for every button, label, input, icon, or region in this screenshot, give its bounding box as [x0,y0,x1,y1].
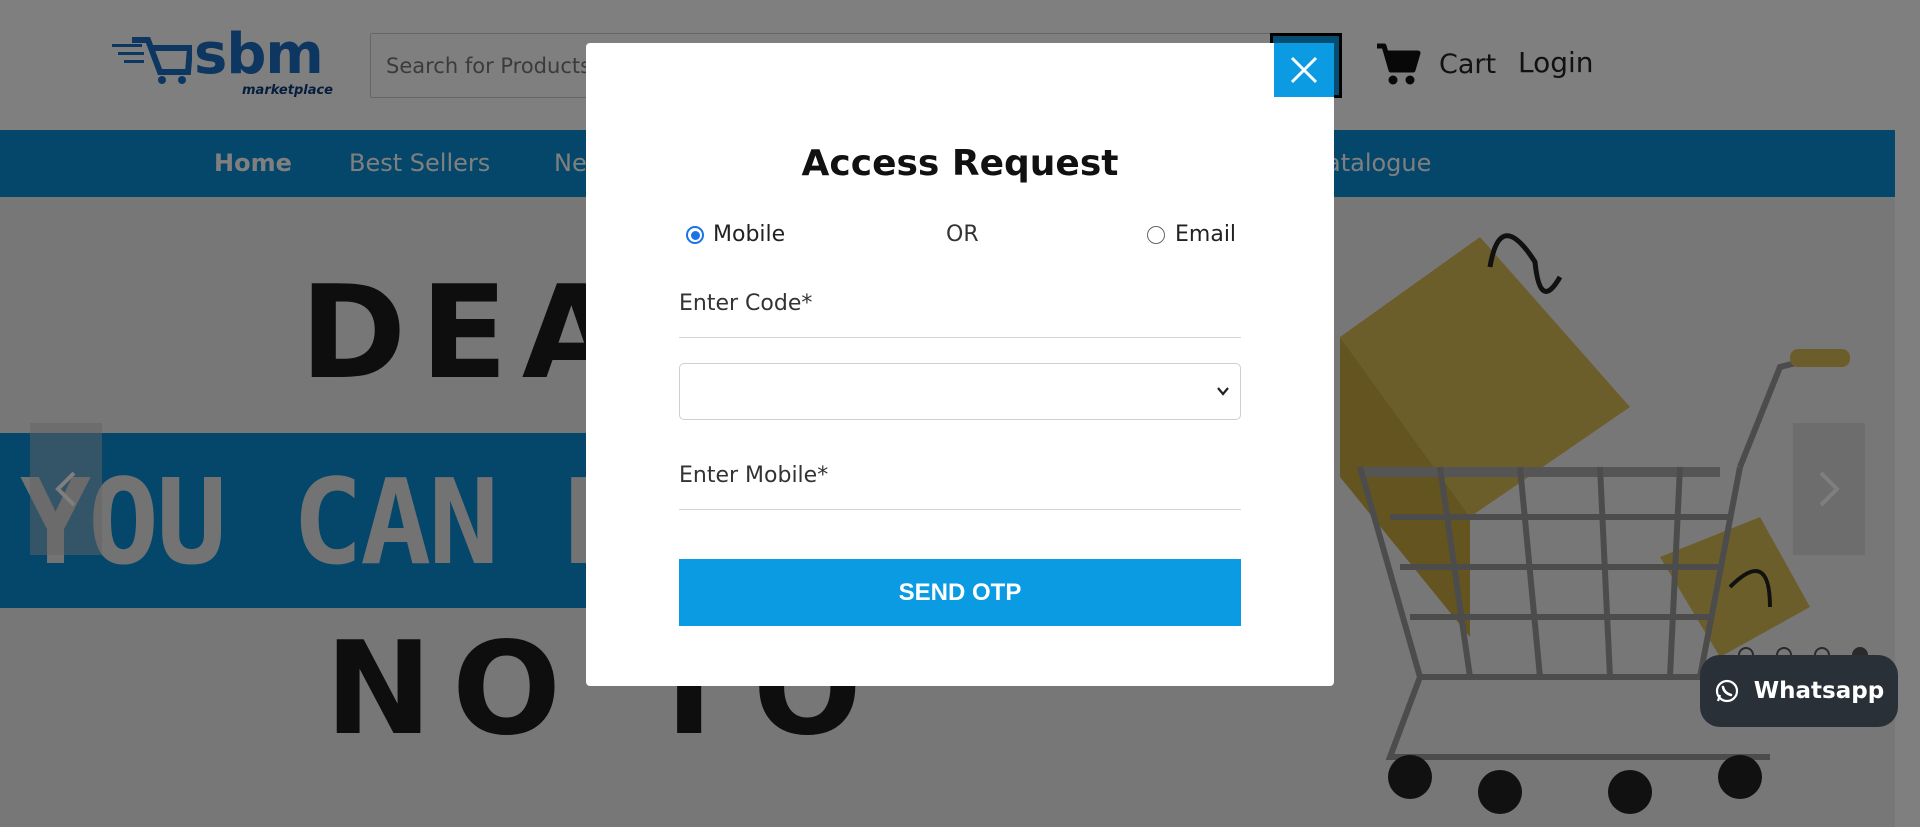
contact-method-toggle: Mobile OR Email [686,221,1246,253]
code-label: Enter Code* [679,291,813,316]
modal-title: Access Request [801,143,1119,184]
radio-mobile[interactable] [686,226,704,244]
radio-mobile-label[interactable]: Mobile [713,222,785,247]
whatsapp-button[interactable]: Whatsapp [1700,655,1898,727]
or-separator: OR [946,222,979,247]
code-select[interactable] [679,363,1241,420]
access-request-modal: Access Request Mobile OR Email Enter Cod… [586,43,1334,686]
close-icon [1290,56,1318,84]
radio-email[interactable] [1147,226,1165,244]
whatsapp-icon [1715,679,1738,703]
chevron-down-icon [1217,387,1229,396]
whatsapp-label: Whatsapp [1753,678,1885,704]
mobile-label[interactable]: Enter Mobile* [679,463,828,488]
close-button[interactable] [1274,43,1334,97]
code-divider [679,337,1241,338]
radio-email-label[interactable]: Email [1175,222,1236,247]
mobile-input-underline[interactable] [679,509,1241,510]
send-otp-button[interactable]: SEND OTP [679,559,1241,626]
